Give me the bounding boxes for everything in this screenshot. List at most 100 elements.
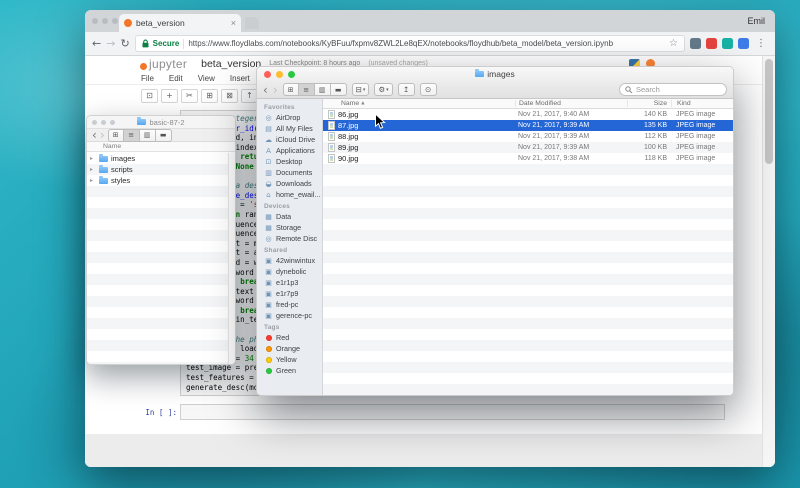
sidebar-section-devices: Devices ▦ Data ▦ Storage ◎ Remote Disc [257, 200, 322, 244]
forward-icon[interactable]: › [100, 129, 105, 141]
menu-view[interactable]: View [198, 74, 215, 83]
list-view-icon[interactable]: ≡ [298, 83, 315, 96]
sidebar-item-icloud-drive[interactable]: ☁ iCloud Drive [257, 134, 322, 145]
sidebar-item-red[interactable]: Red [257, 332, 322, 343]
back-icon[interactable]: ‹ [92, 129, 97, 141]
sidebar-item-green[interactable]: Green [257, 365, 322, 376]
address-bar[interactable]: Secure https://www.floydlabs.com/noteboo… [134, 35, 685, 52]
project-scrollbar[interactable] [228, 153, 235, 364]
menu-insert[interactable]: Insert [230, 74, 250, 83]
file-row-89-jpg[interactable]: 89.jpg Nov 21, 2017, 9:39 AM 100 KB JPEG im… [323, 142, 733, 153]
save-button[interactable]: ⊡ [141, 89, 158, 103]
sidebar-item-remote-disc[interactable]: ◎ Remote Disc [257, 233, 322, 244]
paste-cell-button[interactable]: ⊠ [221, 89, 238, 103]
back-icon[interactable]: ← [92, 38, 101, 49]
close-button[interactable] [92, 119, 97, 125]
profile-name[interactable]: Emil [748, 16, 776, 26]
tag-orange-icon [265, 345, 272, 352]
file-row-88-jpg[interactable]: 88.jpg Nov 21, 2017, 9:39 AM 112 KB JPEG im… [323, 131, 733, 142]
list-view-icon[interactable]: ≡ [123, 128, 140, 142]
project-window-titlebar[interactable]: basic-87-2 [87, 116, 235, 129]
sidebar-item-airdrop[interactable]: ◎ AirDrop [257, 112, 322, 123]
close-window-button[interactable] [92, 18, 98, 24]
sidebar-item-e1r1p3[interactable]: ▣ e1r1p3 [257, 277, 322, 288]
column-view-icon[interactable]: ▥ [314, 83, 331, 96]
column-header-date-modified[interactable]: Date Modified [515, 100, 627, 107]
jupyter-logo-dot-icon [140, 62, 147, 70]
zoom-window-button[interactable] [112, 18, 118, 24]
zoom-button[interactable] [110, 119, 115, 125]
bookmark-star-icon[interactable]: ☆ [669, 38, 678, 49]
copy-cell-button[interactable]: ⊞ [201, 89, 218, 103]
column-header-size[interactable]: Size [627, 100, 671, 107]
column-header-kind[interactable]: Kind [671, 100, 733, 107]
folder-row-images[interactable]: ▸ images [87, 153, 235, 164]
project-column-header[interactable]: Name [87, 142, 235, 152]
sidebar-item-gerence-pc[interactable]: ▣ gerence-pc [257, 310, 322, 321]
share-button[interactable]: ↥ [397, 83, 415, 96]
add-cell-button[interactable]: + [161, 89, 178, 103]
browser-menu-icon[interactable]: ⋮ [754, 38, 768, 49]
folder-row-styles[interactable]: ▸ styles [87, 175, 235, 186]
search-input[interactable]: Search [619, 83, 727, 96]
sidebar-item-home-ewail[interactable]: ⌂ home_ewail... [257, 189, 322, 200]
back-icon[interactable]: ‹ [263, 84, 268, 96]
minimize-button[interactable] [276, 70, 283, 78]
scrollbar-thumb[interactable] [765, 59, 773, 164]
sidebar-item-yellow[interactable]: Yellow [257, 354, 322, 365]
sidebar-item-orange[interactable]: Orange [257, 343, 322, 354]
cut-cell-button[interactable]: ✂ [181, 89, 198, 103]
sidebar-section-title: Tags [264, 324, 280, 331]
extension-icon-1[interactable] [690, 38, 701, 49]
browser-tab[interactable]: beta_version × [119, 14, 241, 32]
file-row-90-jpg[interactable]: 90.jpg Nov 21, 2017, 9:38 AM 118 KB JPEG im… [323, 153, 733, 164]
close-button[interactable] [264, 70, 271, 78]
extension-icon-4[interactable] [738, 38, 749, 49]
extension-icon-2[interactable] [706, 38, 717, 49]
menu-edit[interactable]: Edit [169, 74, 183, 83]
forward-icon[interactable]: › [273, 84, 278, 96]
menu-file[interactable]: File [141, 74, 154, 83]
finder-window: images ‹ › ⊞ ≡ ▥ ▬ ⊟ ▾ ⚙ ▾ ↥ ⊙ Search Fa… [256, 66, 734, 396]
sidebar-item-data[interactable]: ▦ Data [257, 211, 322, 222]
empty-code-cell[interactable] [180, 404, 725, 420]
sidebar-item-all-my-files[interactable]: ▤ All My Files [257, 123, 322, 134]
zoom-button[interactable] [288, 70, 295, 78]
sidebar-item-e1r7p9[interactable]: ▣ e1r7p9 [257, 288, 322, 299]
sidebar-item-42winwintux[interactable]: ▣ 42winwintux [257, 255, 322, 266]
sidebar-item-fred-pc[interactable]: ▣ fred-pc [257, 299, 322, 310]
tags-button[interactable]: ⊙ [419, 83, 437, 96]
coverflow-view-icon[interactable]: ▬ [330, 83, 347, 96]
reload-icon[interactable]: ↻ [120, 38, 129, 49]
icon-view-icon[interactable]: ⊞ [282, 83, 299, 96]
new-tab-button[interactable] [245, 17, 259, 29]
sidebar-item-storage[interactable]: ▦ Storage [257, 222, 322, 233]
window-controls [264, 70, 295, 78]
sidebar-item-desktop[interactable]: ⊡ Desktop [257, 156, 322, 167]
url-text[interactable]: https://www.floydlabs.com/notebooks/KyBF… [188, 39, 665, 48]
downloads-icon: ◒ [265, 179, 272, 188]
folder-row-scripts[interactable]: ▸ scripts [87, 164, 235, 175]
extension-icon-3[interactable] [722, 38, 733, 49]
file-row-87-jpg[interactable]: 87.jpg Nov 21, 2017, 9:39 AM 135 KB JPEG im… [323, 120, 733, 131]
file-date-modified: Nov 21, 2017, 9:39 AM [518, 133, 590, 140]
sidebar-item-applications[interactable]: A Applications [257, 145, 322, 156]
search-icon [625, 85, 633, 93]
minimize-button[interactable] [101, 119, 106, 125]
action-button[interactable]: ⚙ ▾ [374, 83, 393, 96]
sidebar-item-downloads[interactable]: ◒ Downloads [257, 178, 322, 189]
sidebar-item-documents[interactable]: ▥ Documents [257, 167, 322, 178]
column-view-icon[interactable]: ▥ [139, 128, 156, 142]
coverflow-view-icon[interactable]: ▬ [155, 128, 172, 142]
column-header-name[interactable]: Name ▲ [323, 100, 515, 107]
page-scrollbar[interactable] [762, 56, 775, 467]
finder-titlebar[interactable]: images [257, 67, 733, 81]
icon-view-icon[interactable]: ⊞ [107, 128, 124, 142]
forward-icon[interactable]: → [106, 38, 115, 49]
notebook-title[interactable]: beta_version [201, 58, 261, 70]
minimize-window-button[interactable] [102, 18, 108, 24]
file-row-86-jpg[interactable]: 86.jpg Nov 21, 2017, 9:40 AM 140 KB JPEG im… [323, 109, 733, 120]
arrange-button[interactable]: ⊟ ▾ [351, 83, 370, 96]
tab-close-icon[interactable]: × [231, 18, 236, 28]
sidebar-item-dynebolic[interactable]: ▣ dynebolic [257, 266, 322, 277]
